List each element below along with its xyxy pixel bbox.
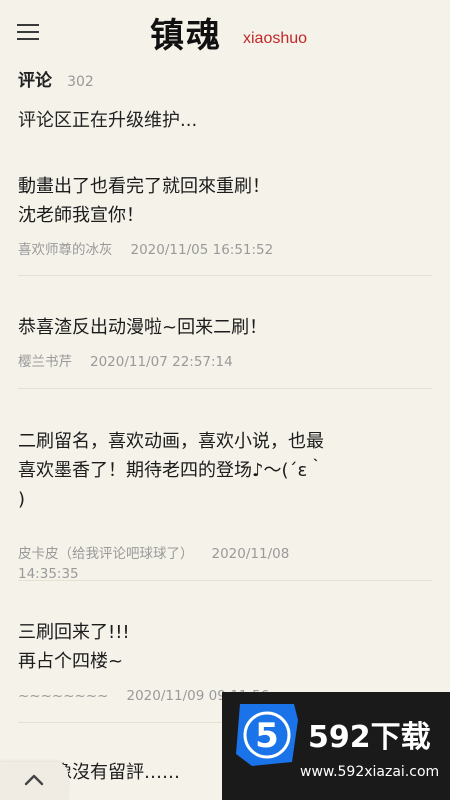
comments-title: 评论 <box>18 71 52 91</box>
comment-meta: 樱兰书芹 2020/11/07 22:57:14 <box>18 352 408 372</box>
chevron-up-icon <box>24 774 44 786</box>
comment-item[interactable]: 二刷留名，喜欢动画，喜欢小说，也最 喜欢墨香了！期待老四的登场♪～(´ε｀ ) … <box>18 427 408 584</box>
app-header: 镇魂 xiaoshuo <box>0 0 450 60</box>
comments-header: 评论 302 <box>18 66 94 91</box>
comment-username[interactable]: ~~~~~~~~ <box>18 688 109 704</box>
comment-text: 恭喜渣反出动漫啦~回来二刷！ <box>18 317 268 338</box>
hamburger-menu-icon[interactable] <box>17 22 41 42</box>
comments-count: 302 <box>67 74 94 90</box>
comment-username[interactable]: 皮卡皮（给我评论吧球球了） <box>18 546 194 562</box>
page: 镇魂 xiaoshuo 评论 302 评论区正在升级维护... 動畫出了也看完了… <box>0 0 450 800</box>
comment-username[interactable]: 樱兰书芹 <box>18 354 72 370</box>
comment-timestamp: 2020/11/05 16:51:52 <box>130 242 274 258</box>
logo-chinese-text: 镇魂 <box>150 16 222 56</box>
watermark-title: 592下载 <box>308 720 431 755</box>
divider <box>18 275 432 276</box>
comment-text: 二刷留名，喜欢动画，喜欢小说，也最 喜欢墨香了！期待老四的登场♪～(´ε｀ ) <box>18 431 326 510</box>
comment-item[interactable]: 恭喜渣反出动漫啦~回来二刷！ 樱兰书芹 2020/11/07 22:57:14 <box>18 313 408 372</box>
divider <box>18 388 432 389</box>
watermark-badge: 5 592下载 www.592xiazai.com <box>222 692 450 800</box>
comment-username[interactable]: 喜欢师尊的冰灰 <box>18 242 113 258</box>
comment-text: 三刷回来了!!! 再占个四楼~ <box>18 622 130 672</box>
comment-text: 動畫出了也看完了就回來重刷！ 沈老師我宣你！ <box>18 176 270 226</box>
watermark-url: www.592xiazai.com <box>300 764 440 780</box>
maintenance-notice: 评论区正在升级维护... <box>18 110 198 131</box>
comment-timestamp: 2020/11/07 22:57:14 <box>90 354 233 370</box>
logo-english-text: xiaoshuo <box>243 30 308 47</box>
divider <box>18 580 432 581</box>
scroll-to-top-button[interactable] <box>0 762 68 800</box>
comment-item[interactable]: 動畫出了也看完了就回來重刷！ 沈老師我宣你！ 喜欢师尊的冰灰 2020/11/05… <box>18 172 408 260</box>
watermark-logo-icon: 5 <box>236 704 298 766</box>
comment-meta: 喜欢师尊的冰灰 2020/11/05 16:51:52 <box>18 240 408 260</box>
comment-meta: 皮卡皮（给我评论吧球球了） 2020/11/08 14:35:35 <box>18 524 408 584</box>
watermark-logo-text: 5 <box>255 716 279 756</box>
